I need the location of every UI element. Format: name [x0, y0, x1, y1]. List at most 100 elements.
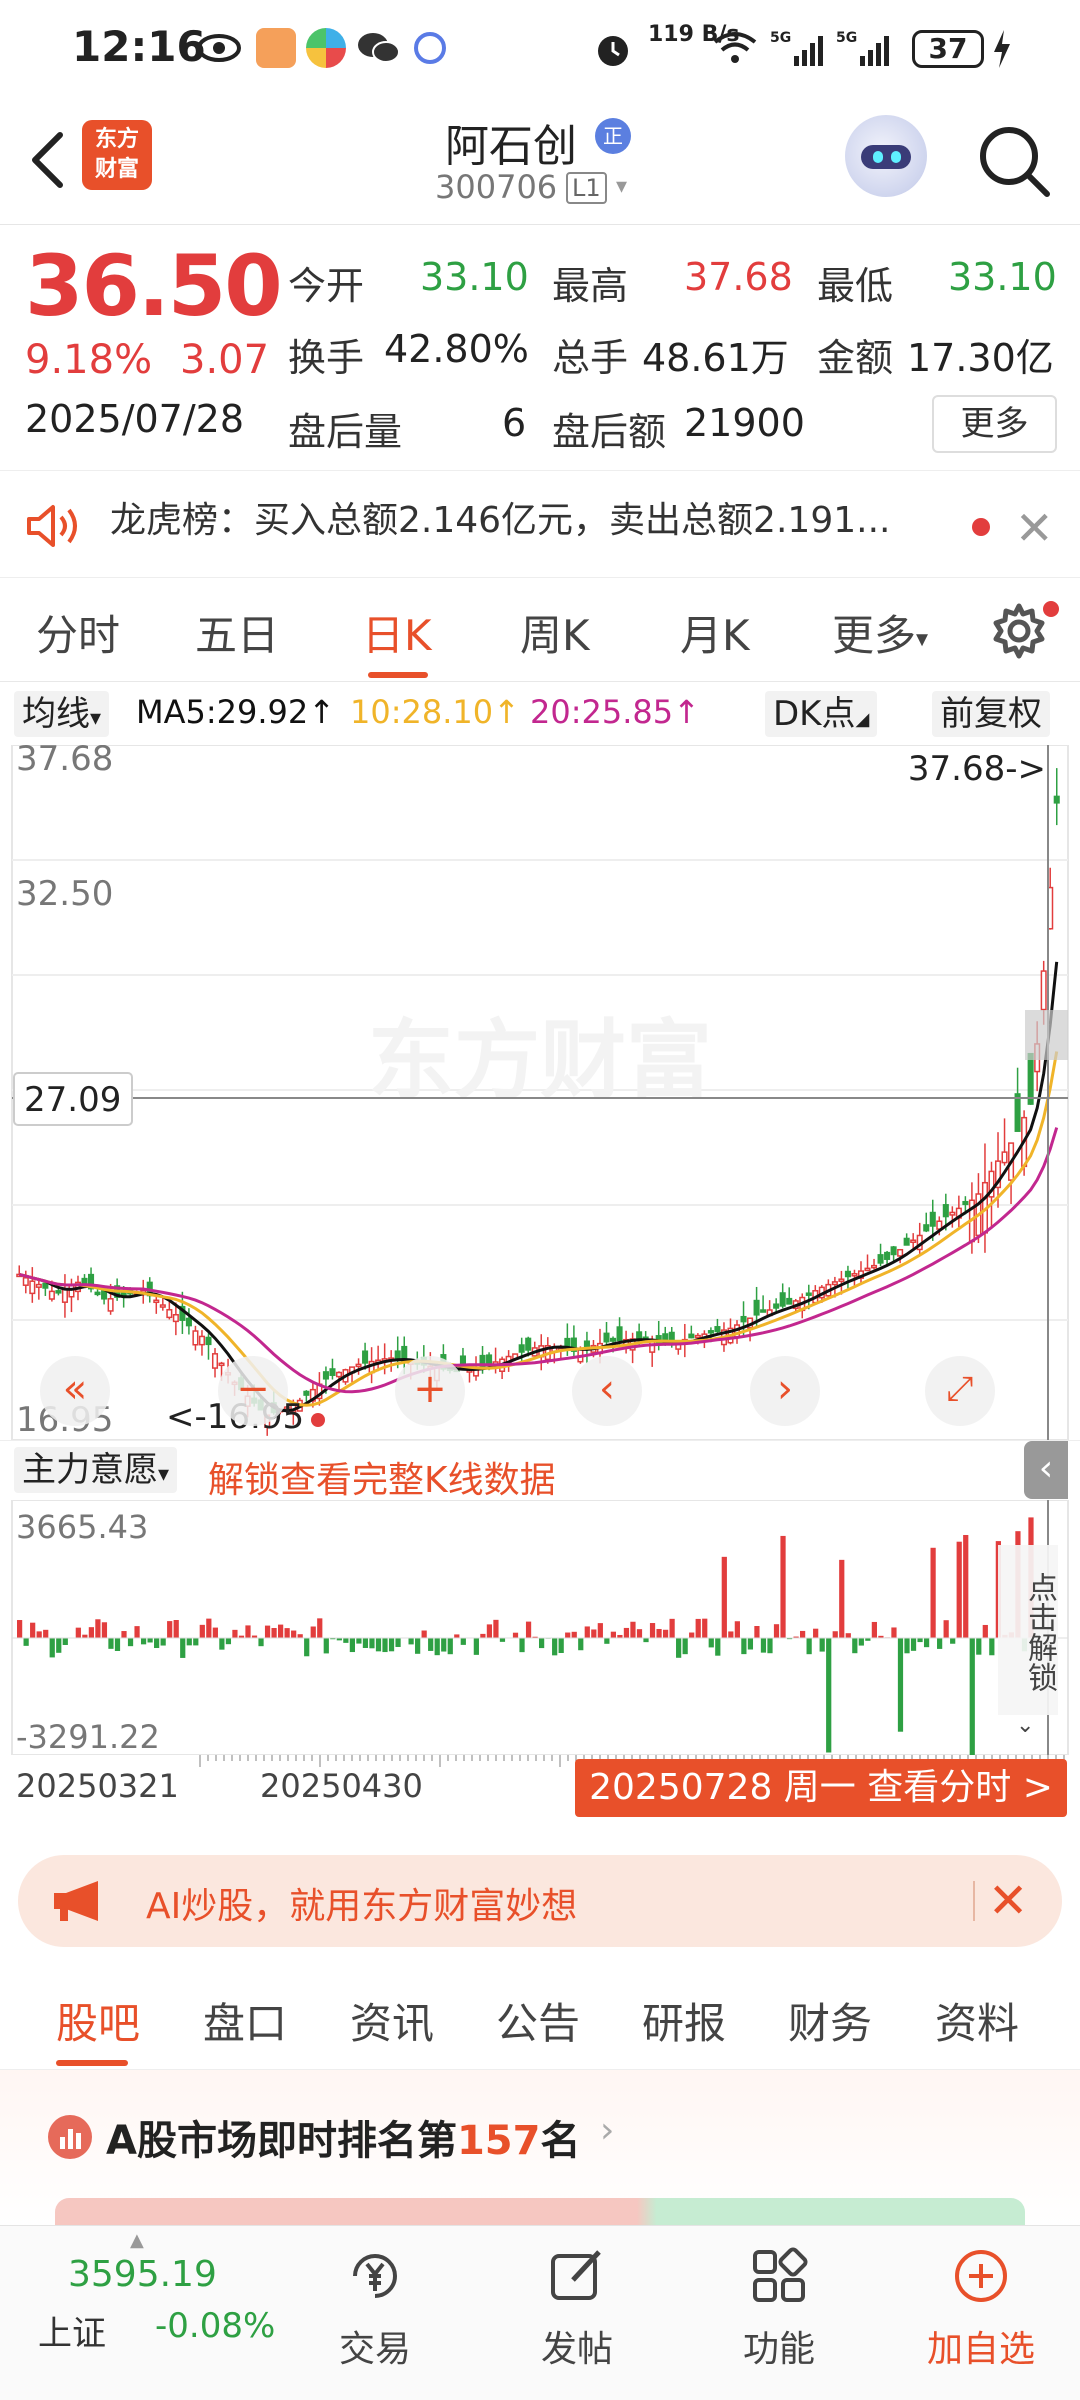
candle	[218, 1362, 225, 1367]
candle	[205, 1336, 212, 1346]
main-force-bar	[950, 1638, 956, 1644]
tab-research[interactable]: 研报	[642, 1990, 726, 2051]
index-name[interactable]: 上证	[38, 2306, 106, 2355]
candle	[322, 1371, 329, 1380]
candle	[42, 1282, 49, 1289]
nav-add-watchlist[interactable]: 加自选	[916, 2238, 1046, 2388]
bar-chart-icon	[48, 2115, 92, 2159]
svg-text:5G: 5G	[836, 30, 857, 46]
ma-selector[interactable]: 均线▾	[14, 691, 110, 737]
kline-chart[interactable]: 东方财富 37.68 32.50 27.09 16.95 37.68-> <-1…	[0, 745, 1080, 1440]
date-mid: 20250430	[260, 1767, 423, 1805]
candle	[610, 1337, 617, 1342]
main-force-bar	[88, 1627, 94, 1638]
dk-point-button[interactable]: DK点◢	[765, 691, 878, 737]
main-force-bar	[114, 1638, 121, 1651]
main-force-bar	[23, 1638, 29, 1646]
main-force-bar	[343, 1638, 349, 1643]
open-value: 33.10	[420, 255, 529, 299]
tab-order-book[interactable]: 盘口	[203, 1990, 287, 2051]
tap-to-unlock[interactable]: 点击解锁	[998, 1545, 1058, 1715]
main-force-bar	[721, 1556, 727, 1638]
tab-financials[interactable]: 财务	[788, 1990, 872, 2051]
unlock-kline-link[interactable]: 解锁查看完整K线数据	[208, 1451, 556, 1503]
fullscreen-icon[interactable]: ⤢	[925, 1356, 995, 1426]
browser-icon	[306, 28, 346, 68]
tab-minute[interactable]: 分时	[36, 602, 120, 663]
tab-profile[interactable]: 资料	[935, 1990, 1019, 2051]
main-force-bar	[447, 1638, 453, 1655]
chevron-down-icon[interactable]: ▾	[616, 174, 627, 199]
main-force-bar	[232, 1629, 238, 1638]
main-force-bar	[682, 1638, 688, 1655]
main-force-bar	[630, 1621, 636, 1638]
main-force-bar	[584, 1626, 590, 1638]
ai-robot-icon[interactable]	[845, 115, 927, 197]
zoom-in-button[interactable]: +	[395, 1356, 465, 1426]
candle	[362, 1350, 369, 1364]
nav-post[interactable]: 发帖	[512, 2238, 642, 2388]
main-force-bar	[610, 1631, 616, 1638]
indicator-selector[interactable]: 主力意愿▾	[14, 1447, 178, 1493]
main-force-bar	[362, 1638, 369, 1648]
nav-trade[interactable]: 交易	[310, 2238, 440, 2388]
amount-value: 17.30亿	[907, 336, 1054, 380]
back-button[interactable]	[20, 120, 80, 200]
stock-name[interactable]: 阿石创	[445, 110, 577, 174]
tab-guba[interactable]: 股吧	[56, 1990, 140, 2051]
close-icon[interactable]: ✕	[988, 1873, 1028, 1929]
gear-icon[interactable]	[990, 602, 1048, 660]
collapse-panel-icon[interactable]: ‹	[1024, 1441, 1068, 1499]
candle	[942, 1204, 949, 1218]
tab-announcements[interactable]: 公告	[496, 1990, 580, 2051]
ma20-value: 20:25.85↑	[530, 693, 700, 731]
close-icon[interactable]: ✕	[1015, 501, 1054, 555]
main-force-bar	[806, 1638, 812, 1655]
index-value[interactable]: 3595.19	[68, 2254, 217, 2295]
main-force-bar	[702, 1618, 708, 1638]
scroll-left-button[interactable]: ‹	[572, 1356, 642, 1426]
candle	[929, 1211, 936, 1227]
candle	[35, 1283, 42, 1288]
main-force-bar	[754, 1626, 760, 1638]
turnover-label: 换手	[288, 336, 365, 380]
zoom-out-button[interactable]: −	[218, 1356, 288, 1426]
tab-daily-k[interactable]: 日K	[362, 602, 432, 663]
main-force-bar	[623, 1627, 630, 1638]
candle	[61, 1288, 68, 1303]
candle	[518, 1344, 525, 1353]
candle	[94, 1291, 101, 1296]
more-button[interactable]: 更多	[932, 395, 1057, 453]
ai-banner[interactable]: AI炒股，就用东方财富妙想 ✕	[18, 1855, 1062, 1947]
tab-monthly-k[interactable]: 月K	[680, 602, 750, 663]
nav-post-label: 发帖	[540, 2329, 613, 2370]
main-force-bar	[499, 1638, 506, 1642]
nav-trade-label: 交易	[338, 2329, 411, 2370]
tab-news[interactable]: 资讯	[350, 1990, 434, 2051]
main-force-chart[interactable]: 3665.43 -3291.22	[0, 1500, 1080, 1755]
notice-bar[interactable]: 龙虎榜：买入总额2.146亿元，卖出总额2.191... ✕	[0, 470, 1080, 578]
tab-more[interactable]: 更多▾	[832, 602, 928, 663]
tab-five-day[interactable]: 五日	[195, 602, 279, 663]
tab-weekly-k[interactable]: 周K	[520, 602, 590, 663]
indicator-row: 主力意愿▾ 解锁查看完整K线数据 ‹	[0, 1440, 1080, 1503]
nav-functions[interactable]: 功能	[714, 2238, 844, 2388]
view-minute-chart-button[interactable]: 20250728 周一 查看分时 >	[575, 1759, 1067, 1817]
ranking-card[interactable]: A股市场即时排名第157名 ›	[0, 2070, 1080, 2226]
main-force-bar	[349, 1638, 355, 1653]
candle	[838, 1278, 845, 1282]
main-force-bar	[121, 1631, 127, 1638]
notice-text[interactable]: 龙虎榜：买入总额2.146亿元，卖出总额2.191...	[110, 491, 940, 543]
change-percent: 9.18%	[25, 337, 153, 383]
scroll-right-button[interactable]: ›	[750, 1356, 820, 1426]
candle	[707, 1330, 714, 1334]
main-force-bar	[62, 1638, 68, 1645]
scroll-left-fast-button[interactable]: «	[40, 1356, 110, 1426]
index-percent[interactable]: -0.08%	[155, 2306, 275, 2346]
adjust-button[interactable]: 前复权	[932, 691, 1050, 737]
bottom-nav: ▲ 3595.19 上证 -0.08% 交易 发帖 功能 加自选	[0, 2225, 1080, 2400]
main-force-bar	[415, 1638, 421, 1654]
candle	[185, 1317, 192, 1327]
level-badge[interactable]: L1	[566, 172, 607, 204]
search-icon[interactable]	[975, 122, 1055, 202]
